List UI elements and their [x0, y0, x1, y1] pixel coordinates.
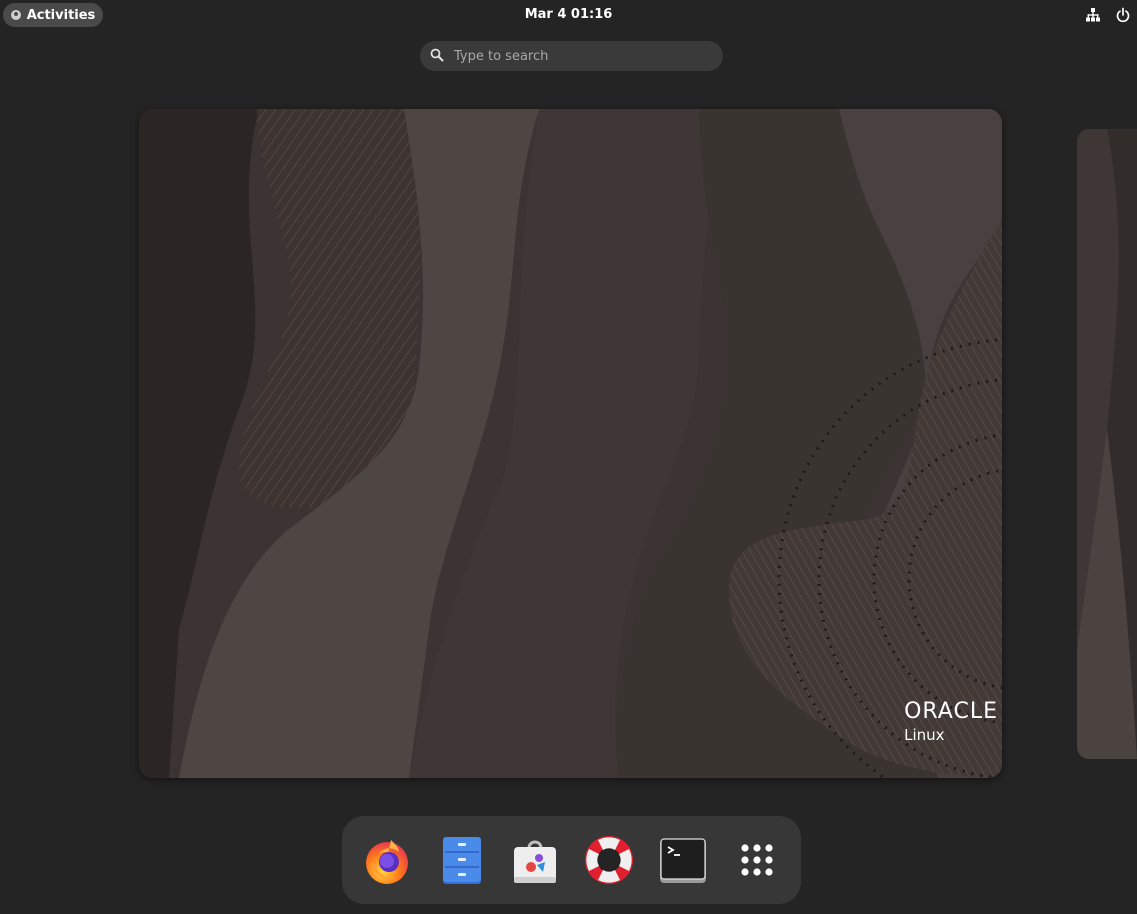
search-bar[interactable] — [420, 41, 723, 71]
system-status-area[interactable] — [1085, 4, 1131, 26]
brand-linux-text: Linux — [904, 726, 945, 744]
terminal-icon — [659, 838, 706, 883]
software-icon — [513, 840, 556, 883]
power-icon[interactable] — [1115, 7, 1131, 23]
dash-item-show-apps[interactable] — [731, 834, 783, 886]
brand-oracle-text: ORACLE — [904, 699, 998, 724]
wallpaper-image-next — [1077, 129, 1137, 759]
dash-item-software[interactable] — [509, 834, 561, 886]
oracle-linux-logo: ORACLE Linux — [904, 699, 998, 745]
search-icon — [430, 47, 444, 66]
dash-item-files[interactable] — [435, 834, 487, 886]
workspace-thumbnail[interactable]: ORACLE Linux — [139, 109, 1002, 778]
wallpaper-image — [139, 109, 1002, 778]
dash — [342, 816, 801, 904]
files-icon — [442, 837, 481, 884]
workspace-thumbnail-next[interactable] — [1077, 129, 1137, 759]
top-bar: Activities Mar 4 01:16 — [0, 0, 1137, 30]
app-grid-icon — [740, 844, 773, 876]
activities-label: Activities — [26, 7, 96, 23]
dash-item-help[interactable] — [583, 834, 635, 886]
activities-button[interactable]: Activities — [3, 3, 103, 27]
clock-area: Mar 4 01:16 — [0, 0, 1137, 30]
dash-item-terminal[interactable] — [657, 834, 709, 886]
dash-item-firefox[interactable] — [361, 834, 413, 886]
search-input[interactable] — [452, 47, 706, 65]
desktop-overview: Activities Mar 4 01:16 Type to search OR… — [0, 0, 1137, 914]
help-icon — [584, 836, 633, 884]
activities-indicator-icon — [10, 10, 21, 20]
firefox-icon — [365, 840, 408, 884]
network-icon[interactable] — [1085, 7, 1101, 23]
date-time-label[interactable]: Mar 4 01:16 — [525, 7, 613, 22]
